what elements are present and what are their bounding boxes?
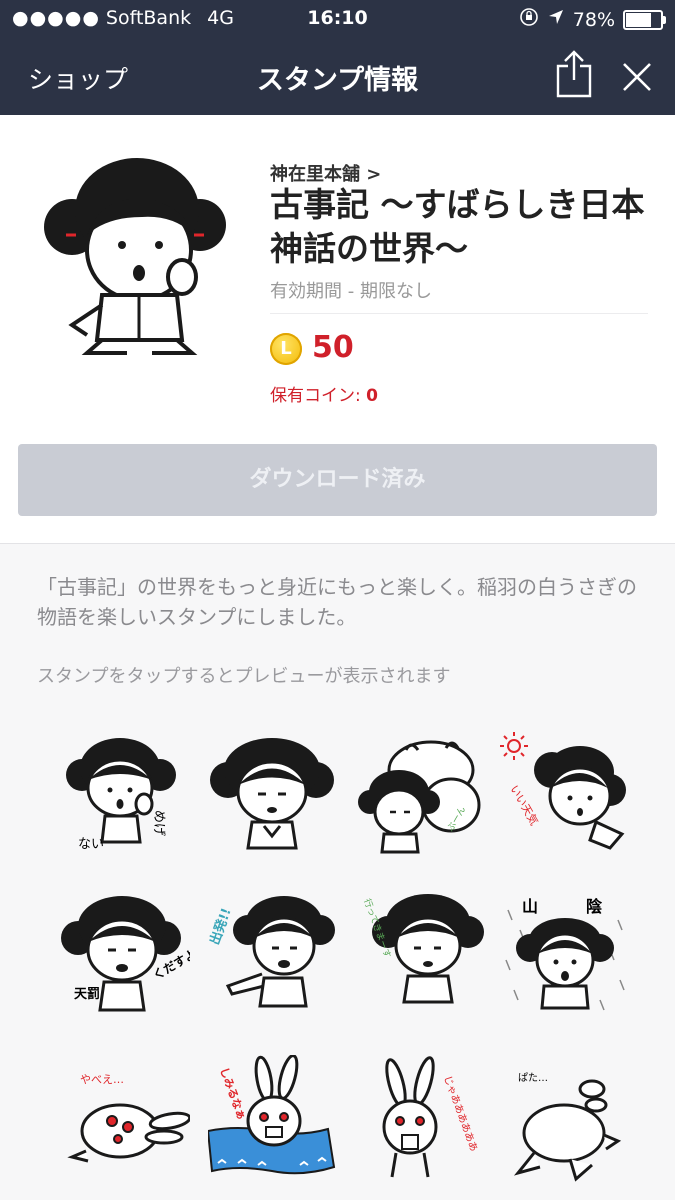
location-icon <box>547 8 565 31</box>
chevron-right-icon: > <box>366 164 382 185</box>
divider <box>270 313 648 314</box>
sticker-preview[interactable]: 行ってきまーす <box>356 890 486 1020</box>
battery-icon <box>623 9 666 30</box>
sticker-preview[interactable]: しみるなぁ <box>206 1054 338 1185</box>
sticker-pack-name: 古事記 〜すばらしき日本神話の世界〜 <box>270 185 645 268</box>
sticker-preview[interactable]: ぶーん <box>356 730 486 860</box>
sticker-preview[interactable]: めげ ない <box>60 730 190 860</box>
price: 50 <box>312 330 354 365</box>
owned-coins-label: 保有コイン: <box>270 386 367 406</box>
sticker-text: やべえ… <box>80 1073 124 1086</box>
sticker-preview[interactable] <box>208 730 338 860</box>
sticker-preview[interactable]: 山 陰 <box>500 890 630 1020</box>
top-bar: ●●●●● SoftBank 4G 16:10 78% ショップ スタンプ情報 <box>0 0 675 115</box>
sticker-text: ない <box>78 837 104 852</box>
sticker-grid: めげ ない ぶーん いい天気 天罰 くだすよ 出発!! 行ってきまーす 山 陰 … <box>40 720 640 1200</box>
sticker-preview[interactable]: いい天気 <box>500 730 630 860</box>
sticker-text: じゃああああああ <box>441 1074 480 1153</box>
rotation-lock-icon <box>519 7 539 32</box>
owned-coins-value: 0 <box>366 386 378 406</box>
sticker-preview[interactable]: 天罰 くだすよ <box>60 890 199 1020</box>
sticker-text: 陰 <box>586 897 603 916</box>
owned-coins: 保有コイン: 0 <box>270 381 378 406</box>
nav-bar: ショップ スタンプ情報 <box>0 38 675 115</box>
sticker-info-card: 神在里本舗 > 古事記 〜すばらしき日本神話の世界〜 有効期間 - 期限なし L… <box>0 115 675 544</box>
preview-hint: スタンプをタップするとプレビューが表示されます <box>37 666 451 687</box>
battery-percent: 78% <box>572 8 615 31</box>
validity-period: 有効期間 - 期限なし <box>270 281 432 302</box>
sticker-text: めげ <box>151 810 166 836</box>
line-coin-icon: L <box>270 333 302 365</box>
status-bar: ●●●●● SoftBank 4G 16:10 78% <box>0 0 675 38</box>
close-icon[interactable] <box>620 60 654 94</box>
sticker-preview[interactable]: じゃああああああ <box>356 1055 486 1185</box>
sticker-preview[interactable]: ぱた… <box>500 1055 630 1185</box>
description: 「古事記」の世界をもっと身近にもっと楽しく。稲羽の白うさぎの物語を楽しいスタンプ… <box>37 575 637 629</box>
sticker-text: 天罰 <box>74 987 100 1002</box>
download-button[interactable]: ダウンロード済み <box>18 444 657 516</box>
sticker-text: ぱた… <box>518 1072 548 1084</box>
main-sticker-image <box>42 155 227 360</box>
creator-name: 神在里本舗 <box>270 164 360 185</box>
sticker-preview[interactable]: やべえ… <box>60 1055 192 1185</box>
share-icon[interactable] <box>554 50 594 98</box>
sticker-text: いい天気 <box>507 783 541 828</box>
sticker-preview[interactable]: 出発!! <box>207 890 338 1020</box>
sticker-text: 出発!! <box>208 906 235 947</box>
sticker-text: 山 <box>522 897 538 916</box>
sticker-text: しみるなぁ <box>217 1066 248 1122</box>
